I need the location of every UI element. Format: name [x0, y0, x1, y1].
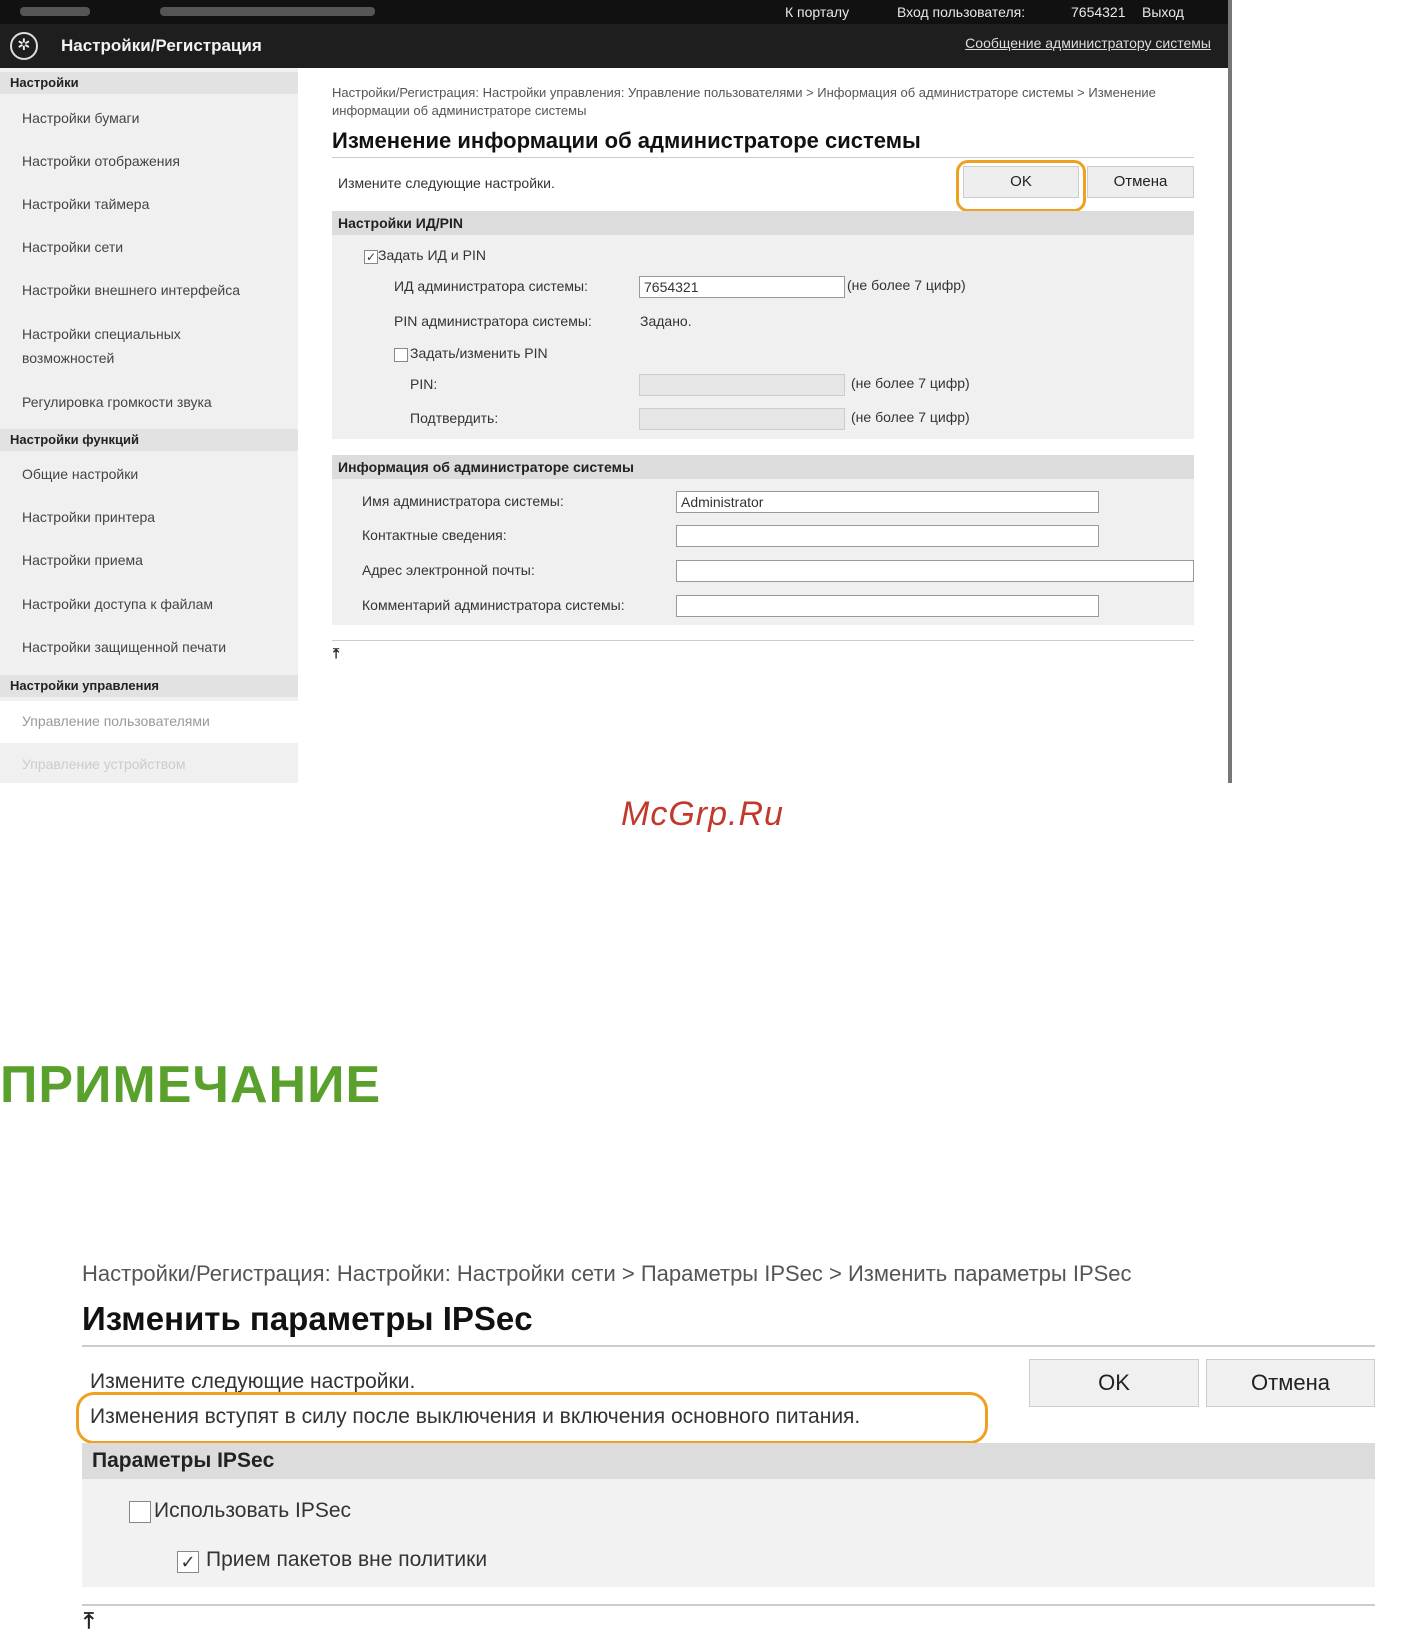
ok-highlight-frame: [956, 160, 1086, 212]
contact-label: Контактные сведения:: [362, 527, 507, 543]
sidebar-item-printer[interactable]: Настройки принтера: [22, 505, 292, 529]
breadcrumb: Настройки/Регистрация: Настройки управле…: [332, 85, 1156, 118]
instruction-text: Измените следующие настройки.: [338, 175, 555, 191]
to-top-icon[interactable]: ⤒: [333, 645, 339, 662]
divider: [82, 1604, 1375, 1606]
admin-pin-label: PIN администратора системы:: [394, 313, 592, 329]
sidebar-item-file-access[interactable]: Настройки доступа к файлам: [22, 592, 292, 616]
confirm-label: Подтвердить:: [410, 410, 499, 426]
email-input[interactable]: [676, 560, 1194, 582]
divider: [82, 1345, 1375, 1347]
confirm-hint: (не более 7 цифр): [851, 409, 970, 425]
admin-name-label: Имя администратора системы:: [362, 493, 564, 509]
title-bar: ✲ Настройки/Регистрация Сообщение админи…: [0, 24, 1228, 68]
use-ipsec-label: Использовать IPSec: [154, 1499, 352, 1522]
set-id-pin-label: Задать ИД и PIN: [378, 247, 486, 263]
top-bar: К порталу Вход пользователя: 7654321 Вых…: [0, 0, 1228, 24]
portal-link[interactable]: К порталу: [785, 4, 849, 20]
confirm-pin-input[interactable]: [639, 408, 845, 430]
watermark: McGrp.Ru: [621, 795, 784, 833]
comment-label: Комментарий администратора системы:: [362, 597, 625, 613]
sidebar-item-display[interactable]: Настройки отображения: [22, 149, 292, 173]
note-highlight-frame: [76, 1392, 988, 1444]
admin-message-link[interactable]: Сообщение администратору системы: [965, 35, 1211, 51]
set-change-pin-label: Задать/изменить PIN: [410, 345, 548, 361]
set-id-pin-checkbox[interactable]: ✓: [364, 250, 378, 264]
blurred-text: [160, 7, 375, 16]
cancel-button[interactable]: Отмена: [1206, 1359, 1375, 1407]
admin-id-input[interactable]: 7654321: [639, 276, 845, 298]
panel-title: Параметры IPSec: [82, 1443, 1375, 1479]
sidebar-item-receive[interactable]: Настройки приема: [22, 548, 292, 572]
sidebar-item-general[interactable]: Общие настройки: [22, 462, 292, 486]
admin-name-input[interactable]: Administrator: [676, 491, 1099, 513]
breadcrumb: Настройки/Регистрация: Настройки: Настро…: [82, 1261, 1132, 1286]
screenshot-admin-info: К порталу Вход пользователя: 7654321 Вых…: [0, 0, 1233, 783]
pin-input[interactable]: [639, 374, 845, 396]
sidebar-section-settings: Настройки: [0, 72, 298, 94]
window-edge: [1228, 0, 1232, 783]
sidebar-item-external-interface[interactable]: Настройки внешнего интерфейса: [22, 278, 292, 302]
sidebar-item-paper[interactable]: Настройки бумаги: [22, 106, 292, 130]
sidebar-item-accessibility[interactable]: Настройки специальных возможностей: [22, 322, 222, 370]
contact-input[interactable]: [676, 525, 1099, 547]
divider: [332, 157, 1194, 158]
panel-title: Информация об администраторе системы: [332, 455, 1194, 479]
sidebar-item-device-management[interactable]: Управление устройством: [22, 752, 292, 776]
ipsec-panel: Параметры IPSec Использовать IPSec ✓ При…: [82, 1443, 1375, 1587]
note-heading: ПРИМЕЧАНИЕ: [0, 1056, 382, 1114]
admin-info-panel: Информация об администраторе системы Имя…: [332, 455, 1194, 625]
instruction-text: Измените следующие настройки.: [90, 1370, 416, 1393]
admin-id-hint: (не более 7 цифр): [847, 277, 966, 293]
admin-id-label: ИД администратора системы:: [394, 278, 589, 294]
use-ipsec-checkbox[interactable]: [129, 1501, 151, 1523]
sidebar-section-functions: Настройки функций: [0, 429, 298, 451]
to-top-icon[interactable]: ⤒: [84, 1608, 94, 1634]
pin-hint: (не более 7 цифр): [851, 375, 970, 391]
page-title: Изменить параметры IPSec: [82, 1300, 533, 1337]
login-label: Вход пользователя:: [897, 4, 1026, 20]
sidebar-item-user-management[interactable]: Управление пользователями: [22, 709, 292, 733]
sidebar-item-network[interactable]: Настройки сети: [22, 235, 292, 259]
pin-label: PIN:: [410, 376, 438, 392]
settings-logo-icon: ✲: [10, 32, 38, 60]
set-change-pin-checkbox[interactable]: [394, 348, 408, 362]
sidebar-item-secure-print[interactable]: Настройки защищенной печати: [22, 635, 292, 659]
receive-non-policy-label: Прием пакетов вне политики: [206, 1548, 488, 1571]
panel-title: Настройки ИД/PIN: [332, 211, 1194, 235]
id-pin-panel: Настройки ИД/PIN ✓ Задать ИД и PIN ИД ад…: [332, 211, 1194, 439]
divider: [332, 640, 1194, 641]
receive-non-policy-checkbox[interactable]: ✓: [177, 1551, 199, 1573]
sidebar-section-management: Настройки управления: [0, 675, 298, 697]
ok-button[interactable]: OK: [1029, 1359, 1199, 1407]
comment-input[interactable]: [676, 595, 1099, 617]
logout-link[interactable]: Выход: [1142, 4, 1184, 20]
admin-pin-status: Задано.: [640, 313, 692, 329]
login-user: 7654321: [1071, 4, 1126, 20]
cancel-button[interactable]: Отмена: [1087, 166, 1194, 198]
blurred-text: [20, 7, 90, 16]
page-title: Изменение информации об администраторе с…: [332, 128, 921, 153]
app-title: Настройки/Регистрация: [61, 36, 262, 55]
email-label: Адрес электронной почты:: [362, 562, 535, 578]
sidebar-item-volume[interactable]: Регулировка громкости звука: [22, 390, 292, 414]
sidebar: Настройки Настройки бумаги Настройки ото…: [0, 68, 298, 783]
sidebar-item-timer[interactable]: Настройки таймера: [22, 192, 292, 216]
